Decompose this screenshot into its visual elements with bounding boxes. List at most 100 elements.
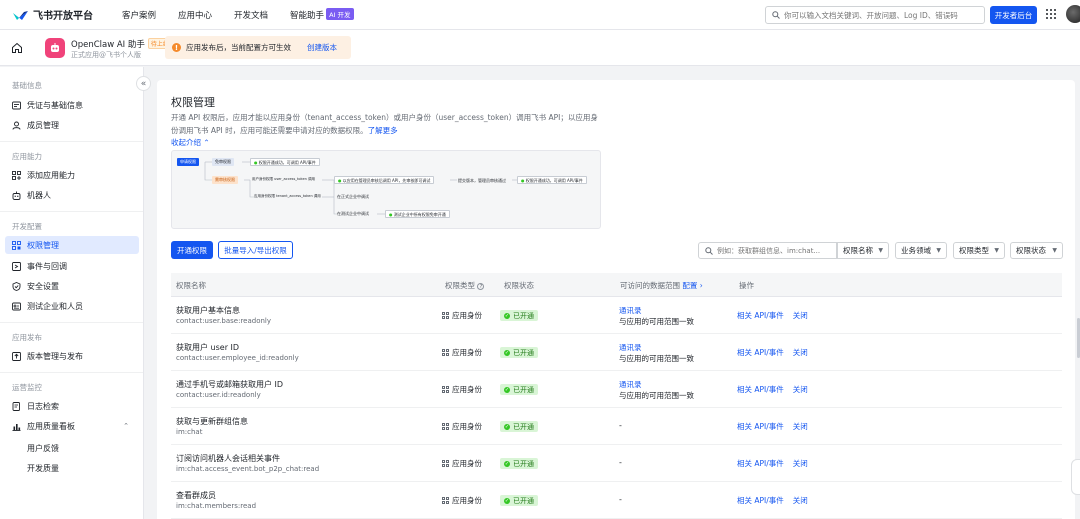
flow-node-review: 需审核权限 [212,176,238,184]
chevron-down-icon: ▼ [936,247,941,254]
sidebar-item-events[interactable]: 事件与回调 [5,257,139,275]
col-ops: 操作 [739,281,754,290]
related-api-link[interactable]: 相关 API/事件 [737,385,784,394]
filter-status[interactable]: 权限状态 ▼ [1010,242,1063,259]
filter-label: 权限类型 [959,246,989,255]
range-link[interactable]: 通讯录 [619,379,642,390]
permission-search[interactable] [698,242,837,259]
floating-help-widget[interactable] [1071,459,1080,495]
sidebar-item-test-org[interactable]: 测试企业和人员 [5,297,139,315]
dev-console-button[interactable]: 开发者后台 [990,6,1037,24]
nav-ai-assistant[interactable]: 智能助手 AI 开发 [290,8,354,21]
range-empty: - [619,458,622,467]
search-icon [772,11,780,19]
filter-label: 权限名称 [843,246,873,255]
sidebar-group-release: 应用发布 [12,333,42,342]
open-permission-button[interactable]: 开通权限 [171,241,213,259]
check-icon: ✓ [504,423,510,430]
permission-scope: im:chat.members:read [176,502,257,510]
sidebar-divider [0,211,143,212]
status-label: 已开通 [513,422,534,431]
range-config-link[interactable]: 配置 › [682,281,702,290]
related-api-link[interactable]: 相关 API/事件 [737,459,784,468]
nav-customer-cases[interactable]: 客户案例 [122,9,156,21]
app-grid-icon[interactable] [1046,9,1056,19]
close-permission-link[interactable]: 关闭 [793,422,808,431]
nav-dev-docs[interactable]: 开发文档 [234,9,268,21]
sidebar-group-capability: 应用能力 [12,152,42,161]
close-permission-link[interactable]: 关闭 [793,496,808,505]
global-search[interactable] [765,6,985,24]
home-icon[interactable] [11,42,23,54]
permission-type: 应用身份 [442,495,482,506]
create-version-link[interactable]: 创建版本 [307,42,337,53]
range-text: 与应用的可用范围一致 [619,317,694,326]
close-permission-link[interactable]: 关闭 [793,459,808,468]
sidebar-subitem-feedback[interactable]: 用户反馈 [27,443,59,454]
range-link[interactable]: 通讯录 [619,305,642,316]
permission-type-label: 应用身份 [452,422,482,431]
close-permission-link[interactable]: 关闭 [793,348,808,357]
collapse-intro-link[interactable]: 收起介绍 ⌃ [171,137,210,148]
permission-search-input[interactable] [717,246,827,255]
row-actions: 相关 API/事件 关闭 [737,310,817,321]
range-empty: - [619,421,622,430]
user-avatar[interactable] [1066,5,1080,23]
related-api-link[interactable]: 相关 API/事件 [737,422,784,431]
batch-import-export-button[interactable]: 批量导入/导出权限 [218,241,293,259]
col-name: 权限名称 [176,281,206,290]
close-permission-link[interactable]: 关闭 [793,311,808,320]
filter-label: 业务领域 [901,246,931,255]
sidebar-item-label: 日志检索 [27,401,59,411]
flow-svg [204,161,517,215]
row-actions: 相关 API/事件 关闭 [737,384,817,395]
chevron-down-icon: ▼ [994,247,999,254]
sidebar-subitem-dev-quality[interactable]: 开发质量 [27,463,59,474]
app-identity-icon [442,386,449,393]
sidebar-item-quality[interactable]: 应用质量看板 ⌃ [5,417,139,435]
permission-name: 获取用户 user ID [176,343,240,352]
related-api-link[interactable]: 相关 API/事件 [737,311,784,320]
chevron-up-icon[interactable]: ⌃ [123,422,129,430]
related-api-link[interactable]: 相关 API/事件 [737,348,784,357]
permission-type-label: 应用身份 [452,496,482,505]
sidebar-item-bot[interactable]: 机器人 [5,186,139,204]
flow-node-approve: ● 以应用在管理员审核后调用 API，先审核即可调试 [334,176,435,184]
sidebar-item-members[interactable]: 成员管理 [5,116,139,134]
release-notice: ! 应用发布后，当前配置方可生效 创建版本 [165,36,351,59]
close-permission-link[interactable]: 关闭 [793,385,808,394]
permission-icon [12,240,21,250]
sidebar-item-permissions[interactable]: 权限管理 [5,236,139,254]
range-empty: - [619,495,622,504]
sidebar-divider [0,322,143,323]
sidebar-item-credentials[interactable]: 凭证与基础信息 [5,96,139,114]
permission-name: 通过手机号或邮箱获取用户 ID [176,380,284,389]
filter-business[interactable]: 业务领域 ▼ [895,242,947,259]
collapse-sidebar-button[interactable]: « [136,76,151,91]
range-link[interactable]: 通讯录 [619,342,642,353]
check-icon: ✓ [504,349,510,356]
warning-icon: ! [172,43,181,52]
related-api-link[interactable]: 相关 API/事件 [737,496,784,505]
permission-name: 获取与更新群组信息 [176,417,248,426]
status-label: 已开通 [513,348,534,357]
app-identity-icon [442,312,449,319]
nav-app-center[interactable]: 应用中心 [178,9,212,21]
global-search-input[interactable] [784,10,979,20]
flow-node-final: ● 权限开通成功，可调用 API/事件 [517,176,587,184]
col-status: 权限状态 [504,281,534,290]
sidebar-item-logs[interactable]: 日志检索 [5,397,139,415]
success-dot-icon: ● [521,178,525,183]
range-text: 与应用的可用范围一致 [619,354,694,363]
filter-type[interactable]: 权限类型 ▼ [953,242,1005,259]
sidebar-item-versions[interactable]: 版本管理与发布 [5,347,139,365]
learn-more-link[interactable]: 了解更多 [368,126,398,135]
filter-permission-name[interactable]: 权限名称 ▼ [837,242,889,259]
help-icon[interactable]: ? [477,283,485,290]
sidebar-item-security[interactable]: 安全设置 [5,277,139,295]
brand-logo[interactable]: 飞书开放平台 [12,7,100,22]
robot-icon [12,191,21,200]
app-name[interactable]: OpenClaw AI 助手 待上线 [71,38,172,50]
top-nav: 飞书开放平台 客户案例 应用中心 开发文档 智能助手AI 开发 开发者后台 [0,0,1080,30]
sidebar-item-add-capability[interactable]: 添加应用能力 [5,166,139,184]
